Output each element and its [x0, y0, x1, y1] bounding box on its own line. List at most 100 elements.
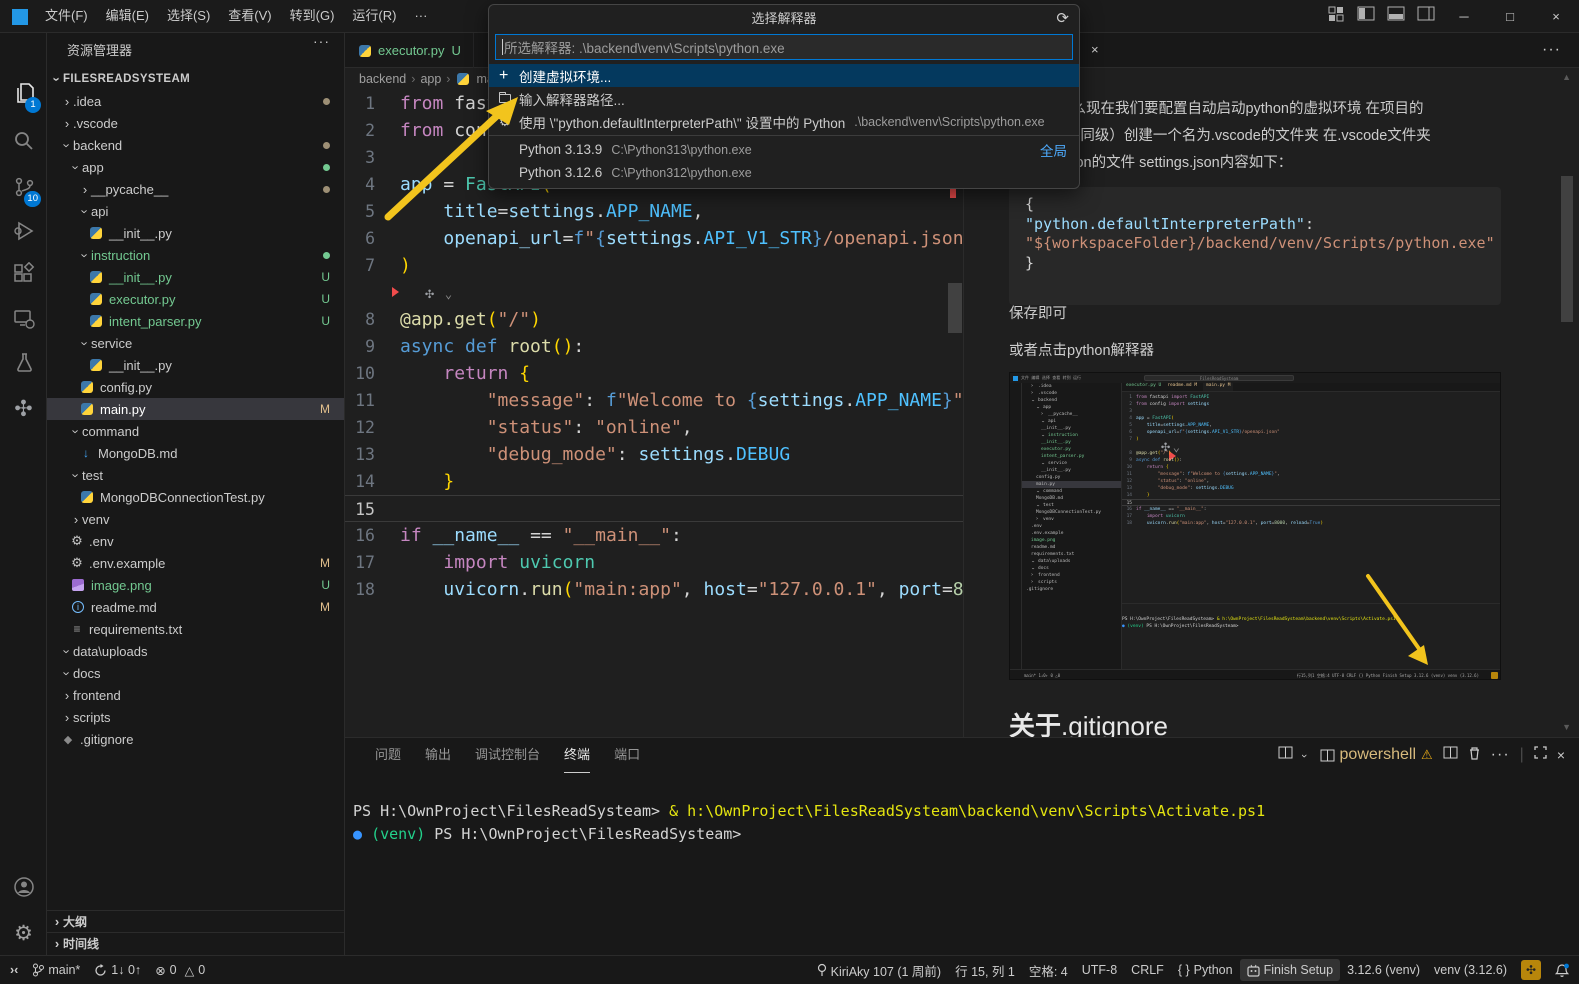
tree-item-.env[interactable]: ⚙.env [47, 530, 344, 552]
tree-item-MongoDBConnectionTest.py[interactable]: MongoDBConnectionTest.py [47, 486, 344, 508]
tree-item-instruction[interactable]: ›instruction [47, 244, 344, 266]
menu-转到(G)[interactable]: 转到(G) [281, 0, 344, 32]
breadcrumb-item[interactable]: app [420, 72, 441, 86]
finish-setup[interactable]: Finish Setup [1240, 959, 1340, 981]
tree-item-api[interactable]: ›api [1022, 418, 1121, 425]
tree-item-service[interactable]: ›service [47, 332, 344, 354]
tree-item-app[interactable]: ›app [47, 156, 344, 178]
tree-item-venv[interactable]: ›venv [47, 508, 344, 530]
maximize-button[interactable]: □ [1487, 0, 1533, 32]
menu-文件(F)[interactable]: 文件(F) [36, 0, 97, 32]
panel-tab-终端[interactable]: 终端 [564, 738, 590, 773]
editor-actions-more-icon[interactable]: ··· [1542, 41, 1561, 59]
extensions-icon[interactable] [0, 255, 47, 295]
close-button[interactable]: × [1533, 0, 1579, 32]
quickpick-item-创建虚拟环境...[interactable]: +创建虚拟环境... [489, 64, 1079, 87]
tree-item-.gitignore[interactable]: .gitignore [1022, 586, 1121, 593]
menu-查看(V)[interactable]: 查看(V) [219, 0, 280, 32]
testing-icon[interactable] [0, 343, 47, 383]
tree-item-scripts[interactable]: ›scripts [47, 706, 344, 728]
menu-运行(R)[interactable]: 运行(R) [343, 0, 405, 32]
toggle-panel-icon[interactable] [1381, 6, 1411, 26]
scroll-down-icon[interactable]: ▼ [1562, 722, 1571, 732]
tree-item-instruction[interactable]: ›instruction [1022, 432, 1121, 439]
venv-indicator[interactable]: venv (3.12.6) [1427, 959, 1514, 981]
quickpick-item-Python 3.12.6[interactable]: Python 3.12.6C:\Python312\python.exe [489, 161, 1079, 184]
tree-item-__init__.py[interactable]: __init__.py [1022, 439, 1121, 446]
tree-item-executor.py[interactable]: executor.py [1022, 446, 1121, 453]
tree-item-.idea[interactable]: ›.idea [1022, 383, 1121, 390]
terminal-instance[interactable]: powershell ⚠ [1320, 746, 1433, 764]
tree-item-data\uploads[interactable]: ›data\uploads [47, 640, 344, 662]
tree-item-__init__.py[interactable]: __init__.py [1022, 467, 1121, 474]
tree-item-readme.md[interactable]: ireadme.mdM [47, 596, 344, 618]
tree-item-api[interactable]: ›api [47, 200, 344, 222]
outline-section[interactable]: › 大纲 [47, 910, 345, 932]
menu-编辑(E)[interactable]: 编辑(E) [97, 0, 158, 32]
accounts-icon[interactable] [0, 867, 47, 907]
explorer-more-actions-icon[interactable]: ··· [313, 33, 330, 49]
menu-选择(S)[interactable]: 选择(S) [158, 0, 219, 32]
tree-item-config.py[interactable]: config.py [1022, 474, 1121, 481]
menu-···[interactable]: ··· [405, 0, 436, 32]
customize-layout-icon[interactable] [1321, 6, 1351, 27]
tree-item-service[interactable]: ›service [1022, 460, 1121, 467]
timeline-section[interactable]: › 时间线 [47, 932, 345, 954]
tree-item-__pycache__[interactable]: ›__pycache__ [47, 178, 344, 200]
panel-tab-问题[interactable]: 问题 [375, 738, 401, 772]
global-tag[interactable]: 全局 [1040, 140, 1067, 160]
tree-item-.env.example[interactable]: .env.example [1022, 530, 1121, 537]
run-debug-icon[interactable] [0, 211, 47, 251]
tree-item-app[interactable]: ›app [1022, 404, 1121, 411]
workspace-section-header[interactable]: › FILESREADSYSTEAM [47, 68, 344, 90]
tree-item-test[interactable]: ›test [1022, 502, 1121, 509]
cursor-position[interactable]: 行 15, 列 1 [948, 959, 1022, 981]
tab-close-icon[interactable]: × [1091, 42, 1099, 57]
panel-more-icon[interactable]: ··· [1491, 746, 1510, 764]
tree-item-readme.md[interactable]: readme.md [1022, 544, 1121, 551]
tree-item-.idea[interactable]: ›.idea [47, 90, 344, 112]
refresh-icon[interactable]: ⟳ [1056, 5, 1069, 32]
tree-item-__init__.py[interactable]: __init__.py [47, 354, 344, 376]
ai-extension-icon[interactable]: ✣ [0, 389, 47, 429]
tree-item-.vscode[interactable]: ›.vscode [1022, 390, 1121, 397]
tree-item-docs[interactable]: ›docs [1022, 565, 1121, 572]
panel-tab-输出[interactable]: 输出 [425, 738, 451, 772]
blame-info[interactable]: KiriAky 107 (1 周前) [810, 959, 948, 981]
tree-item-frontend[interactable]: ›frontend [1022, 572, 1121, 579]
encoding[interactable]: UTF-8 [1075, 959, 1124, 981]
extension-gold-icon[interactable]: ✣ [1514, 959, 1548, 981]
scroll-up-icon[interactable]: ▲ [1562, 72, 1571, 82]
ai-codelens-icon[interactable]: ✣ [425, 284, 434, 302]
git-sync[interactable]: 1↓ 0↑ [87, 959, 148, 981]
indentation[interactable]: 空格: 4 [1022, 959, 1075, 981]
tree-item-requirements.txt[interactable]: requirements.txt [1022, 551, 1121, 558]
eol[interactable]: CRLF [1124, 959, 1171, 981]
tree-item-image.png[interactable]: image.png [1022, 537, 1121, 544]
settings-gear-icon[interactable]: ⚙ [0, 913, 47, 953]
tree-item-.vscode[interactable]: ›.vscode [47, 112, 344, 134]
tree-item-.env[interactable]: .env [1022, 523, 1121, 530]
tree-item-data\uploads[interactable]: ›data\uploads [1022, 558, 1121, 565]
language-mode[interactable]: { }Python [1171, 959, 1240, 981]
notifications-bell-icon[interactable] [1548, 959, 1579, 981]
kill-terminal-icon[interactable] [1468, 746, 1481, 765]
python-interpreter[interactable]: 3.12.6 (venv) [1340, 959, 1427, 981]
toggle-secondary-sidebar-icon[interactable] [1411, 6, 1441, 26]
toggle-sidebar-icon[interactable] [1351, 6, 1381, 26]
tree-item-backend[interactable]: ›backend [47, 134, 344, 156]
tree-item-intent_parser.py[interactable]: intent_parser.pyU [47, 310, 344, 332]
tree-item-image.png[interactable]: image.pngU [47, 574, 344, 596]
tree-item-requirements.txt[interactable]: ≡requirements.txt [47, 618, 344, 640]
panel-tab-端口[interactable]: 端口 [614, 738, 640, 772]
tree-item-main.py[interactable]: main.pyM [47, 398, 344, 420]
tree-item-.gitignore[interactable]: ◆.gitignore [47, 728, 344, 750]
source-control-icon[interactable]: 10 [0, 167, 47, 207]
close-panel-icon[interactable]: × [1557, 747, 1565, 763]
remote-indicator[interactable]: ›‹ [0, 959, 25, 981]
tree-item-intent_parser.py[interactable]: intent_parser.py [1022, 453, 1121, 460]
remote-explorer-icon[interactable] [0, 299, 47, 339]
tree-item-test[interactable]: ›test [47, 464, 344, 486]
tree-item-command[interactable]: ›command [1022, 488, 1121, 495]
tree-item-executor.py[interactable]: executor.pyU [47, 288, 344, 310]
